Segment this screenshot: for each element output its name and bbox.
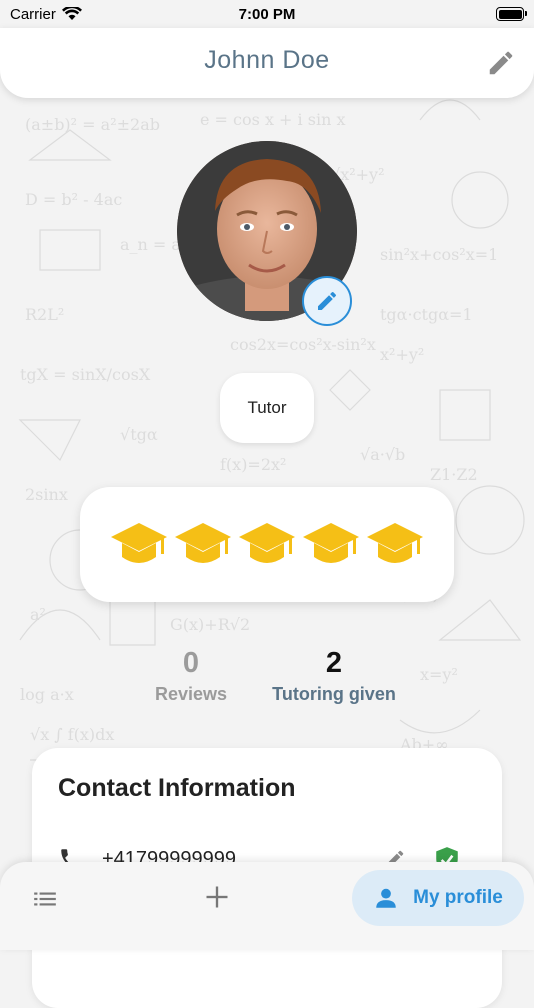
contact-title: Contact Information [58, 774, 296, 802]
change-photo-button[interactable] [302, 276, 352, 326]
svg-text:tgα·ctgα=1: tgα·ctgα=1 [380, 305, 473, 324]
graduation-cap-icon [111, 522, 167, 563]
svg-text:Z1·Z2: Z1·Z2 [430, 465, 478, 484]
svg-text:D = b² - 4ac: D = b² - 4ac [25, 190, 122, 209]
reviews-stat[interactable]: 0 Reviews [140, 646, 242, 705]
svg-text:sin²x+cos²x=1: sin²x+cos²x=1 [380, 245, 498, 264]
tutoring-stat[interactable]: 2 Tutoring given [264, 646, 404, 705]
tutoring-label: Tutoring given [272, 684, 396, 704]
person-icon [376, 888, 396, 908]
pencil-icon [318, 291, 337, 310]
edit-profile-button[interactable] [486, 48, 516, 78]
battery-icon [496, 7, 527, 21]
pencil-icon [489, 51, 513, 75]
svg-text:tgX = sinX/cosX: tgX = sinX/cosX [20, 365, 151, 384]
nav-profile-button[interactable]: My profile [352, 870, 524, 926]
role-badge: Tutor [220, 373, 314, 443]
nav-add-button[interactable] [203, 883, 233, 913]
svg-text:f(x)=2x²: f(x)=2x² [220, 455, 286, 474]
reviews-label: Reviews [154, 684, 228, 704]
svg-text:log a·x: log a·x [20, 685, 74, 704]
rating-card [80, 487, 454, 602]
graduation-cap-icon [367, 522, 423, 563]
svg-text:cos2x=cos²x-sin²x: cos2x=cos²x-sin²x [230, 335, 376, 354]
nav-profile-label: My profile [413, 887, 503, 908]
graduation-cap-icon [239, 522, 295, 563]
bottom-navigation: My profile [0, 862, 534, 950]
graduation-cap-icon [303, 522, 359, 563]
svg-text:G(x)+R√2: G(x)+R√2 [170, 615, 250, 634]
app-header: Johnn Doe [0, 28, 534, 98]
nav-list-button[interactable] [32, 886, 62, 916]
svg-text:√x ∫ f(x)dx: √x ∫ f(x)dx [30, 725, 114, 744]
wifi-icon [61, 7, 82, 20]
svg-text:(a±b)² = a²±2ab: (a±b)² = a²±2ab [25, 115, 160, 134]
graduation-cap-icon [175, 522, 231, 563]
svg-text:√tgα: √tgα [120, 425, 158, 444]
svg-text:R2L²: R2L² [25, 305, 64, 324]
status-bar: Carrier 7:00 PM [0, 0, 534, 28]
status-left: Carrier [10, 6, 82, 23]
carrier-label: Carrier [10, 5, 56, 23]
reviews-count: 0 [182, 647, 200, 679]
list-icon [34, 892, 56, 906]
plus-icon [206, 886, 228, 908]
svg-text:2sinx: 2sinx [25, 485, 68, 504]
svg-text:x²+y²: x²+y² [380, 345, 424, 364]
svg-text:e = cos x + i sin x: e = cos x + i sin x [200, 110, 345, 129]
svg-text:√a·√b: √a·√b [360, 445, 405, 464]
svg-text:a²: a² [30, 605, 46, 624]
tutoring-count: 2 [325, 647, 343, 679]
svg-text:x=y²: x=y² [420, 665, 458, 684]
page-title: Johnn Doe [204, 46, 330, 74]
